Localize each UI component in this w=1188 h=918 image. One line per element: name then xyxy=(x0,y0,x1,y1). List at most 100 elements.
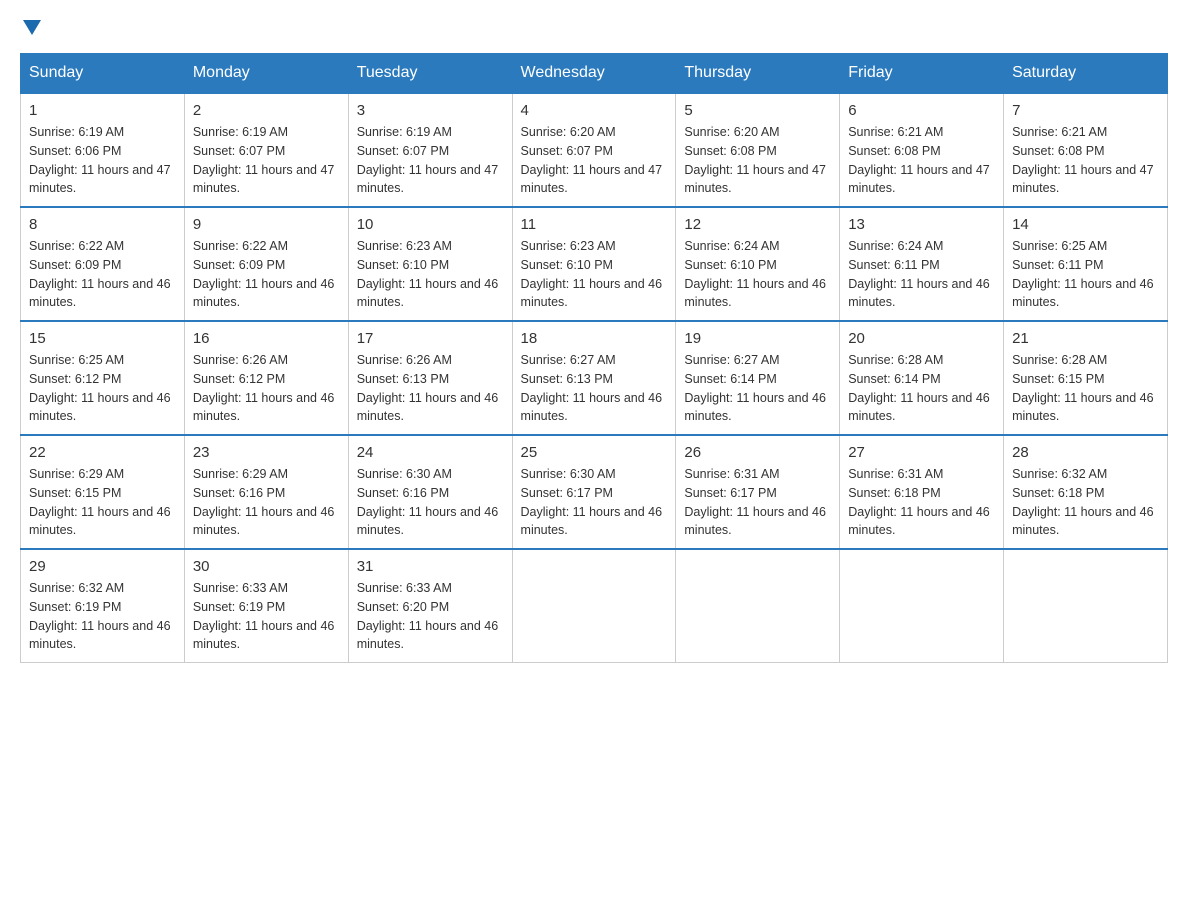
calendar-cell: 12Sunrise: 6:24 AMSunset: 6:10 PMDayligh… xyxy=(676,207,840,321)
calendar-cell xyxy=(840,549,1004,663)
day-info: Sunrise: 6:24 AMSunset: 6:10 PMDaylight:… xyxy=(684,237,831,312)
calendar-cell: 2 Sunrise: 6:19 AMSunset: 6:07 PMDaylight… xyxy=(184,93,348,207)
day-number: 10 xyxy=(357,216,504,233)
day-number: 27 xyxy=(848,444,995,461)
day-info: Sunrise: 6:30 AMSunset: 6:16 PMDaylight:… xyxy=(357,465,504,540)
day-info: Sunrise: 6:33 AMSunset: 6:19 PMDaylight:… xyxy=(193,579,340,654)
day-info: Sunrise: 6:19 AMSunset: 6:07 PMDaylight:… xyxy=(193,123,340,198)
day-info: Sunrise: 6:26 AMSunset: 6:13 PMDaylight:… xyxy=(357,351,504,426)
day-number: 23 xyxy=(193,444,340,461)
day-info: Sunrise: 6:25 AMSunset: 6:11 PMDaylight:… xyxy=(1012,237,1159,312)
calendar-cell: 23 Sunrise: 6:29 AMSunset: 6:16 PMDayligh… xyxy=(184,435,348,549)
page-header xyxy=(20,20,1168,33)
day-number: 15 xyxy=(29,330,176,347)
day-number: 7 xyxy=(1012,102,1159,119)
column-header-friday: Friday xyxy=(840,54,1004,94)
calendar-cell: 17 Sunrise: 6:26 AMSunset: 6:13 PMDayligh… xyxy=(348,321,512,435)
column-header-thursday: Thursday xyxy=(676,54,840,94)
calendar-cell: 5Sunrise: 6:20 AMSunset: 6:08 PMDaylight… xyxy=(676,93,840,207)
day-number: 19 xyxy=(684,330,831,347)
day-info: Sunrise: 6:19 AMSunset: 6:06 PMDaylight:… xyxy=(29,123,176,198)
column-header-sunday: Sunday xyxy=(21,54,185,94)
calendar-cell xyxy=(1004,549,1168,663)
day-number: 26 xyxy=(684,444,831,461)
day-number: 8 xyxy=(29,216,176,233)
day-info: Sunrise: 6:21 AMSunset: 6:08 PMDaylight:… xyxy=(848,123,995,198)
calendar-cell: 29 Sunrise: 6:32 AMSunset: 6:19 PMDayligh… xyxy=(21,549,185,663)
calendar-cell: 24Sunrise: 6:30 AMSunset: 6:16 PMDayligh… xyxy=(348,435,512,549)
calendar-cell: 19 Sunrise: 6:27 AMSunset: 6:14 PMDayligh… xyxy=(676,321,840,435)
day-info: Sunrise: 6:33 AMSunset: 6:20 PMDaylight:… xyxy=(357,579,504,654)
calendar-cell xyxy=(676,549,840,663)
day-number: 16 xyxy=(193,330,340,347)
column-header-tuesday: Tuesday xyxy=(348,54,512,94)
calendar-cell: 27Sunrise: 6:31 AMSunset: 6:18 PMDayligh… xyxy=(840,435,1004,549)
day-number: 31 xyxy=(357,558,504,575)
calendar-cell: 8 Sunrise: 6:22 AMSunset: 6:09 PMDaylight… xyxy=(21,207,185,321)
day-info: Sunrise: 6:29 AMSunset: 6:15 PMDaylight:… xyxy=(29,465,176,540)
day-number: 4 xyxy=(521,102,668,119)
day-info: Sunrise: 6:31 AMSunset: 6:17 PMDaylight:… xyxy=(684,465,831,540)
calendar-week-row: 8 Sunrise: 6:22 AMSunset: 6:09 PMDaylight… xyxy=(21,207,1168,321)
day-number: 20 xyxy=(848,330,995,347)
calendar-cell xyxy=(512,549,676,663)
day-info: Sunrise: 6:29 AMSunset: 6:16 PMDaylight:… xyxy=(193,465,340,540)
day-number: 17 xyxy=(357,330,504,347)
calendar-cell: 30 Sunrise: 6:33 AMSunset: 6:19 PMDayligh… xyxy=(184,549,348,663)
calendar-cell: 3 Sunrise: 6:19 AMSunset: 6:07 PMDaylight… xyxy=(348,93,512,207)
day-info: Sunrise: 6:28 AMSunset: 6:14 PMDaylight:… xyxy=(848,351,995,426)
calendar-cell: 20 Sunrise: 6:28 AMSunset: 6:14 PMDayligh… xyxy=(840,321,1004,435)
calendar-cell: 15 Sunrise: 6:25 AMSunset: 6:12 PMDayligh… xyxy=(21,321,185,435)
day-info: Sunrise: 6:32 AMSunset: 6:19 PMDaylight:… xyxy=(29,579,176,654)
day-number: 18 xyxy=(521,330,668,347)
day-info: Sunrise: 6:23 AMSunset: 6:10 PMDaylight:… xyxy=(357,237,504,312)
calendar-body: 1 Sunrise: 6:19 AMSunset: 6:06 PMDaylight… xyxy=(21,93,1168,663)
calendar-cell: 26 Sunrise: 6:31 AMSunset: 6:17 PMDayligh… xyxy=(676,435,840,549)
calendar-table: SundayMondayTuesdayWednesdayThursdayFrid… xyxy=(20,53,1168,663)
calendar-cell: 6Sunrise: 6:21 AMSunset: 6:08 PMDaylight… xyxy=(840,93,1004,207)
calendar-cell: 13Sunrise: 6:24 AMSunset: 6:11 PMDayligh… xyxy=(840,207,1004,321)
calendar-cell: 1 Sunrise: 6:19 AMSunset: 6:06 PMDaylight… xyxy=(21,93,185,207)
day-info: Sunrise: 6:30 AMSunset: 6:17 PMDaylight:… xyxy=(521,465,668,540)
day-number: 28 xyxy=(1012,444,1159,461)
day-info: Sunrise: 6:32 AMSunset: 6:18 PMDaylight:… xyxy=(1012,465,1159,540)
calendar-cell: 18 Sunrise: 6:27 AMSunset: 6:13 PMDayligh… xyxy=(512,321,676,435)
day-number: 29 xyxy=(29,558,176,575)
calendar-week-row: 22 Sunrise: 6:29 AMSunset: 6:15 PMDayligh… xyxy=(21,435,1168,549)
calendar-header-row: SundayMondayTuesdayWednesdayThursdayFrid… xyxy=(21,54,1168,94)
day-info: Sunrise: 6:21 AMSunset: 6:08 PMDaylight:… xyxy=(1012,123,1159,198)
calendar-week-row: 1 Sunrise: 6:19 AMSunset: 6:06 PMDaylight… xyxy=(21,93,1168,207)
calendar-cell: 10 Sunrise: 6:23 AMSunset: 6:10 PMDayligh… xyxy=(348,207,512,321)
calendar-cell: 4Sunrise: 6:20 AMSunset: 6:07 PMDaylight… xyxy=(512,93,676,207)
day-info: Sunrise: 6:19 AMSunset: 6:07 PMDaylight:… xyxy=(357,123,504,198)
day-number: 25 xyxy=(521,444,668,461)
day-number: 3 xyxy=(357,102,504,119)
day-info: Sunrise: 6:22 AMSunset: 6:09 PMDaylight:… xyxy=(29,237,176,312)
day-number: 22 xyxy=(29,444,176,461)
day-info: Sunrise: 6:27 AMSunset: 6:14 PMDaylight:… xyxy=(684,351,831,426)
day-number: 11 xyxy=(521,216,668,233)
day-info: Sunrise: 6:26 AMSunset: 6:12 PMDaylight:… xyxy=(193,351,340,426)
calendar-cell: 16 Sunrise: 6:26 AMSunset: 6:12 PMDayligh… xyxy=(184,321,348,435)
calendar-cell: 9Sunrise: 6:22 AMSunset: 6:09 PMDaylight… xyxy=(184,207,348,321)
day-number: 14 xyxy=(1012,216,1159,233)
day-info: Sunrise: 6:27 AMSunset: 6:13 PMDaylight:… xyxy=(521,351,668,426)
day-info: Sunrise: 6:22 AMSunset: 6:09 PMDaylight:… xyxy=(193,237,340,312)
calendar-cell: 28 Sunrise: 6:32 AMSunset: 6:18 PMDayligh… xyxy=(1004,435,1168,549)
logo-triangle-icon xyxy=(23,20,41,35)
calendar-cell: 22 Sunrise: 6:29 AMSunset: 6:15 PMDayligh… xyxy=(21,435,185,549)
day-info: Sunrise: 6:25 AMSunset: 6:12 PMDaylight:… xyxy=(29,351,176,426)
day-number: 5 xyxy=(684,102,831,119)
calendar-cell: 14 Sunrise: 6:25 AMSunset: 6:11 PMDayligh… xyxy=(1004,207,1168,321)
day-number: 30 xyxy=(193,558,340,575)
day-number: 1 xyxy=(29,102,176,119)
calendar-cell: 21Sunrise: 6:28 AMSunset: 6:15 PMDayligh… xyxy=(1004,321,1168,435)
column-header-monday: Monday xyxy=(184,54,348,94)
column-header-saturday: Saturday xyxy=(1004,54,1168,94)
calendar-cell: 7 Sunrise: 6:21 AMSunset: 6:08 PMDaylight… xyxy=(1004,93,1168,207)
logo xyxy=(20,20,41,33)
calendar-cell: 25 Sunrise: 6:30 AMSunset: 6:17 PMDayligh… xyxy=(512,435,676,549)
calendar-week-row: 29 Sunrise: 6:32 AMSunset: 6:19 PMDayligh… xyxy=(21,549,1168,663)
column-header-wednesday: Wednesday xyxy=(512,54,676,94)
day-number: 2 xyxy=(193,102,340,119)
